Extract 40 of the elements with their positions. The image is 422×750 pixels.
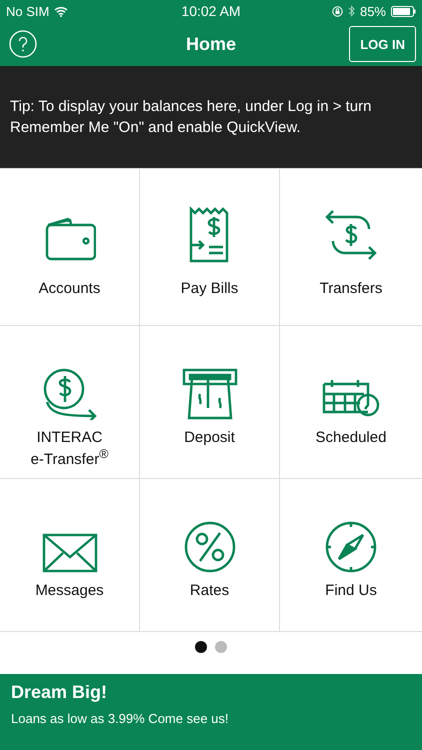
login-button[interactable]: LOG IN	[349, 26, 416, 62]
tile-label: Accounts	[38, 281, 100, 297]
dollar-arrow-icon	[42, 368, 98, 420]
tile-label: Scheduled	[316, 430, 386, 446]
menu-tile[interactable]: Find Us	[280, 478, 422, 631]
percent-icon	[184, 521, 236, 573]
menu-tile[interactable]: Transfers	[280, 168, 422, 325]
menu-tile[interactable]: Scheduled	[280, 325, 422, 478]
menu-tile[interactable]: Deposit	[140, 325, 280, 478]
banner-text: Loans as low as 3.99% Come see us!	[11, 711, 230, 726]
envelope-icon	[42, 533, 98, 573]
tile-label: INTERAC e-Transfer$^{®}$	[30, 430, 108, 468]
battery-text: 85%	[360, 4, 386, 18]
tile-label: Rates	[190, 583, 230, 599]
help-icon[interactable]	[9, 30, 37, 58]
tip-text: Tip: To display your balances here, under Log in > turn Remember Me "On" and enable QuickView.	[10, 97, 372, 138]
menu-tile[interactable]: Rates	[140, 478, 280, 631]
clock-text: 10:02 AM	[181, 3, 241, 19]
carrier-text: No SIM	[6, 4, 50, 18]
menu-tile[interactable]: Messages	[0, 478, 140, 631]
page-indicator-dot[interactable]	[195, 641, 207, 653]
promo-banner[interactable]: Dream Big! Loans as low as 3.99% Come see us!	[0, 674, 422, 750]
bluetooth-icon	[348, 5, 355, 17]
compass-icon	[325, 521, 377, 573]
rotation-lock-icon	[332, 6, 343, 16]
tile-label: Transfers	[320, 281, 382, 297]
page-indicator-dot[interactable]	[215, 641, 227, 653]
tile-label: Find Us	[325, 583, 377, 599]
tile-label: Pay Bills	[180, 281, 238, 297]
tile-label: Messages	[35, 583, 104, 599]
receipt-icon	[188, 205, 230, 263]
menu-tile[interactable]: INTERAC e-Transfer$^{®}$	[0, 325, 140, 478]
wifi-icon	[54, 6, 68, 16]
battery-icon	[391, 6, 416, 16]
screen-title: Home	[186, 34, 236, 54]
banner-title: Dream Big!	[11, 682, 108, 703]
menu-tile[interactable]: Pay Bills	[140, 168, 280, 325]
atm-slot-icon	[182, 368, 238, 420]
tile-label: Deposit	[184, 430, 235, 446]
menu-tile[interactable]: Accounts	[0, 168, 140, 325]
